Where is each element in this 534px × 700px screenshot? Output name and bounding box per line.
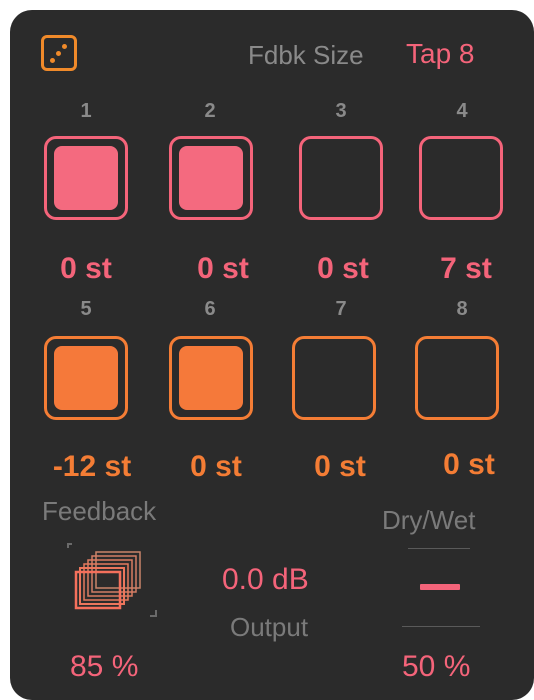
tap-pitch-3[interactable]: 0 st [283,252,403,286]
tap-toggle-2[interactable] [169,136,253,220]
tap-pitch-6[interactable]: 0 st [156,450,276,484]
tap-pitch-2[interactable]: 0 st [163,252,283,286]
fdbk-size-value[interactable]: Tap 8 [406,38,475,70]
tap-number-7: 7 [335,298,347,320]
tap-number-3: 3 [335,100,347,122]
output-gain-value[interactable]: 0.0 dB [222,563,309,597]
drywet-slider-top-line [408,548,470,549]
tap-number-2: 2 [204,100,216,122]
tap-toggle-7[interactable] [292,336,376,420]
tap-number-4: 4 [456,100,468,122]
tap-toggle-fill [179,146,243,210]
tap-toggle-fill [54,346,118,410]
output-label: Output [230,612,309,642]
drywet-label: Dry/Wet [382,505,476,535]
feedback-value[interactable]: 85 % [70,650,138,684]
tap-number-5: 5 [80,298,92,320]
delay-device: Fdbk Size Tap 8 1 2 3 4 0 st 0 st 0 st 7… [0,0,534,700]
feedback-label: Feedback [42,496,157,526]
drywet-slider-handle[interactable] [420,584,460,590]
tap-toggle-fill [179,346,243,410]
tap-toggle-3[interactable] [299,136,383,220]
tap-pitch-5[interactable]: -12 st [32,450,152,484]
fdbk-size-label: Fdbk Size [248,40,364,70]
tap-pitch-4[interactable]: 7 st [406,252,526,286]
drywet-value[interactable]: 50 % [402,650,470,684]
tap-pitch-8[interactable]: 0 st [409,448,529,482]
tap-number-8: 8 [456,298,468,320]
tap-toggle-4[interactable] [419,136,503,220]
tap-number-6: 6 [204,298,216,320]
stacked-squares-icon[interactable] [60,536,164,626]
tap-toggle-5[interactable] [44,336,128,420]
tap-pitch-1[interactable]: 0 st [26,252,146,286]
tap-toggle-6[interactable] [169,336,253,420]
drywet-slider-bottom-line [402,626,480,627]
tap-pitch-7[interactable]: 0 st [280,450,400,484]
tap-toggle-8[interactable] [415,336,499,420]
tap-toggle-1[interactable] [44,136,128,220]
tap-toggle-fill [54,146,118,210]
tap-number-1: 1 [80,100,92,122]
dice-icon[interactable] [41,35,77,71]
